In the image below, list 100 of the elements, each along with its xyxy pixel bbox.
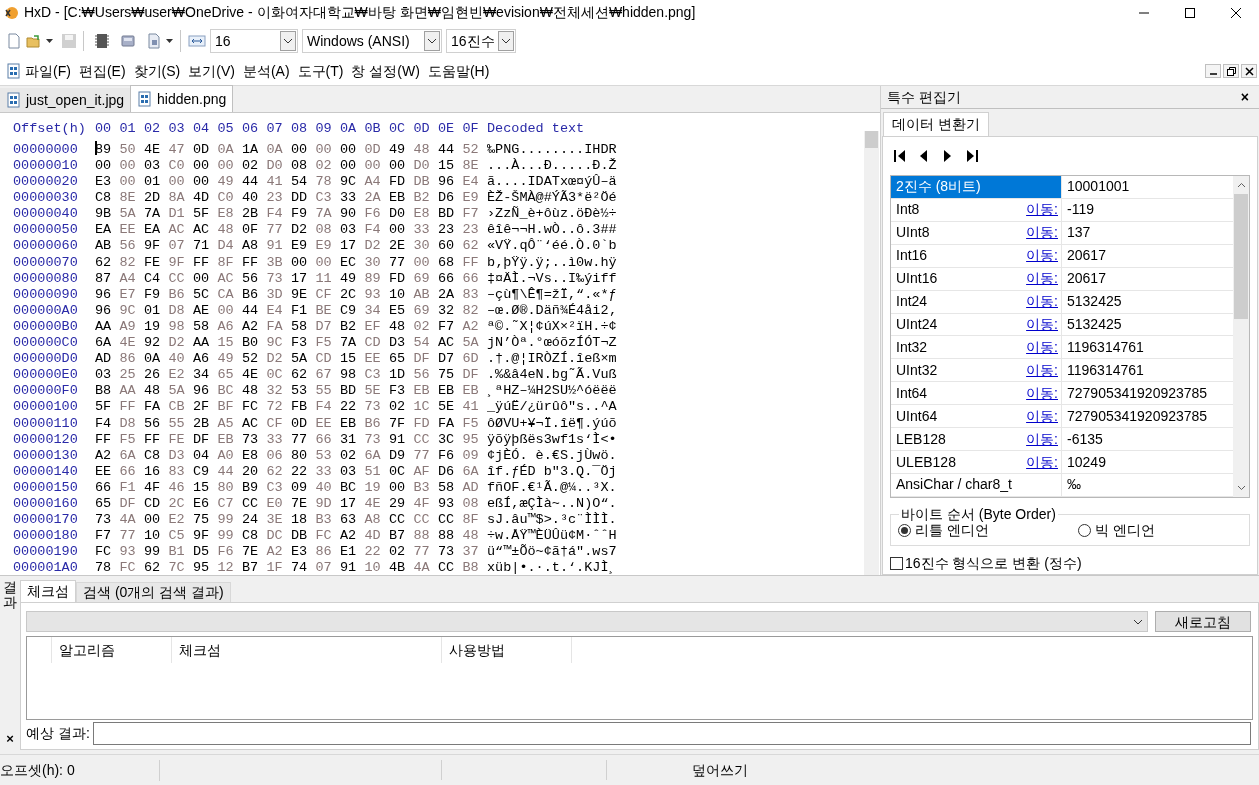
hex-byte[interactable]: B3 [315, 512, 332, 528]
last-record-icon[interactable] [966, 149, 978, 163]
hex-byte[interactable]: E8 [242, 447, 259, 463]
hex-byte[interactable]: 41 [266, 174, 283, 190]
hex-byte[interactable]: 56 [119, 238, 136, 254]
hex-byte[interactable]: 48 [389, 318, 406, 334]
hex-byte[interactable]: 02 [389, 399, 406, 415]
hex-byte[interactable]: A0 [217, 447, 234, 463]
hex-byte[interactable]: FB [291, 399, 308, 415]
hex-byte[interactable]: 91 [266, 238, 283, 254]
hex-byte[interactable]: F5 [315, 335, 332, 351]
hex-byte[interactable]: E4 [462, 174, 479, 190]
hex-byte[interactable]: 16 [144, 463, 161, 479]
hex-byte[interactable]: 20 [242, 463, 259, 479]
hex-byte[interactable]: F5 [119, 431, 136, 447]
hex-byte[interactable]: 75 [193, 512, 210, 528]
hex-byte[interactable]: 00 [193, 174, 210, 190]
menu-item[interactable]: 편집(E) [74, 60, 130, 82]
hex-byte[interactable]: 66 [95, 479, 112, 495]
hex-byte[interactable]: D6 [438, 190, 455, 206]
menu-item[interactable]: 창 설정(W) [347, 60, 424, 82]
hex-byte[interactable]: F7 [95, 528, 112, 544]
hex-byte[interactable]: 5C [193, 286, 210, 302]
hex-byte[interactable]: 11 [315, 270, 332, 286]
hex-byte[interactable]: FF [119, 399, 136, 415]
hex-byte[interactable]: 04 [193, 447, 210, 463]
hex-byte[interactable]: F4 [364, 222, 381, 238]
hex-byte[interactable]: 75 [438, 367, 455, 383]
hex-byte[interactable]: 8E [462, 158, 479, 173]
hex-byte[interactable]: 8F [217, 254, 234, 270]
hex-byte[interactable]: 2A [438, 286, 455, 302]
hex-byte[interactable]: 0C [389, 463, 406, 479]
hex-byte[interactable]: AF [413, 463, 430, 479]
hex-byte[interactable]: B2 [340, 318, 357, 334]
hex-byte[interactable]: 53 [315, 447, 332, 463]
hex-byte[interactable]: 99 [217, 528, 234, 544]
hex-byte[interactable]: DF [462, 367, 479, 383]
hex-byte[interactable]: 92 [144, 335, 161, 351]
hex-byte[interactable]: 4E [119, 335, 136, 351]
hex-byte[interactable]: 6A [95, 335, 112, 351]
hex-byte[interactable]: 96 [95, 286, 112, 302]
hex-byte[interactable]: 7E [291, 496, 308, 511]
hex-byte[interactable]: 5A [119, 206, 136, 222]
hex-byte[interactable]: 31 [340, 431, 357, 447]
hex-byte[interactable]: F3 [389, 383, 406, 399]
hex-byte[interactable]: C3 [315, 190, 332, 206]
menu-item[interactable]: 찾기(S) [129, 60, 185, 82]
hex-byte[interactable]: EE [95, 463, 112, 479]
hex-byte[interactable]: D7 [315, 318, 332, 334]
hex-byte[interactable]: 5A [168, 383, 185, 399]
hex-byte[interactable]: 65 [217, 367, 234, 383]
hex-byte[interactable]: 0A [217, 141, 234, 157]
hex-byte[interactable]: 5A [291, 351, 308, 367]
hex-byte[interactable]: 00 [389, 479, 406, 495]
hex-byte[interactable]: E7 [119, 286, 136, 302]
hex-byte[interactable]: FC [315, 528, 332, 544]
hex-byte[interactable]: 91 [340, 560, 357, 576]
hex-byte[interactable]: 00 [217, 302, 234, 318]
hex-byte[interactable]: 25 [119, 367, 136, 383]
hex-byte[interactable]: E3 [95, 174, 112, 190]
hex-byte[interactable]: B2 [413, 190, 430, 206]
hex-byte[interactable]: F7 [438, 318, 455, 334]
hex-byte[interactable]: B6 [168, 286, 185, 302]
hex-byte[interactable]: 88 [438, 528, 455, 544]
hex-byte[interactable]: 54 [413, 335, 430, 351]
hex-byte[interactable]: EB [413, 383, 430, 399]
hex-byte[interactable]: 73 [364, 431, 381, 447]
hex-byte[interactable]: 10 [364, 560, 381, 576]
hex-byte[interactable]: 7C [168, 560, 185, 576]
hex-byte[interactable]: AC [438, 335, 455, 351]
hex-byte[interactable]: DF [413, 351, 430, 367]
hex-byte[interactable]: 48 [144, 383, 161, 399]
hex-byte[interactable]: 65 [389, 351, 406, 367]
hex-byte[interactable]: 15 [340, 351, 357, 367]
hex-byte[interactable]: 0F [242, 222, 259, 238]
hex-byte[interactable]: FA [144, 399, 161, 415]
radio-icon[interactable] [1078, 523, 1091, 537]
hex-byte[interactable]: CC [438, 560, 455, 576]
hex-byte[interactable]: 00 [119, 158, 136, 173]
hex-byte[interactable]: CC [242, 496, 259, 511]
hex-byte[interactable]: 19 [364, 479, 381, 495]
scrollbar[interactable] [1233, 176, 1249, 497]
hex-byte[interactable]: 22 [340, 399, 357, 415]
hex-byte[interactable]: 32 [438, 302, 455, 318]
hex-byte[interactable]: 7A [144, 206, 161, 222]
hex-byte[interactable]: 4D [364, 528, 381, 544]
hex-byte[interactable]: CC [413, 512, 430, 528]
hex-byte[interactable]: 48 [242, 383, 259, 399]
goto-link[interactable]: 이동: [1026, 428, 1058, 450]
hex-byte[interactable]: 6A [364, 447, 381, 463]
hex-byte[interactable]: 10 [389, 286, 406, 302]
hex-byte[interactable]: FC [242, 399, 259, 415]
hex-byte[interactable]: 86 [119, 351, 136, 367]
hex-byte[interactable]: 9C [119, 302, 136, 318]
hex-byte[interactable]: EB [389, 190, 406, 206]
hex-byte[interactable]: 3B [266, 254, 283, 270]
hex-byte[interactable]: DB [413, 174, 430, 190]
hex-byte[interactable]: 67 [315, 367, 332, 383]
hex-byte[interactable]: 4F [144, 479, 161, 495]
hex-byte[interactable]: 91 [389, 431, 406, 447]
